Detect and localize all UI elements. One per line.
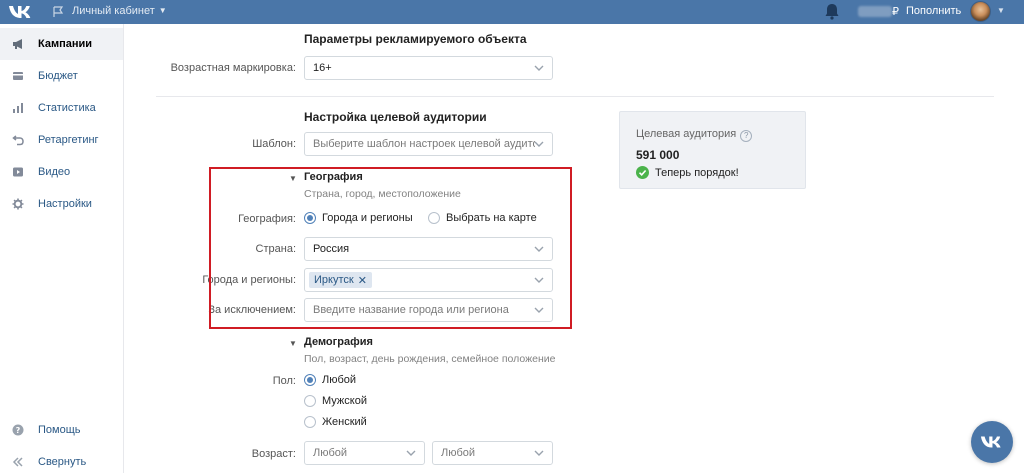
age-label: Возраст: <box>251 448 296 460</box>
chevron-down-icon <box>406 450 416 456</box>
age-marking-label: Возрастная маркировка: <box>170 62 296 74</box>
radio-dot[interactable] <box>304 416 316 428</box>
age-to-value: Любой <box>441 447 476 459</box>
radio-label: Женский <box>322 416 367 428</box>
ad-object-title: Параметры рекламируемого объекта <box>304 32 527 46</box>
chevron-down-icon <box>534 65 544 71</box>
demography-title[interactable]: Демография <box>304 336 373 348</box>
help-icon: ? <box>12 424 24 436</box>
bar-chart-icon <box>13 103 23 113</box>
sidebar-help-label: Помощь <box>38 424 81 436</box>
age-marking-value: 16+ <box>313 62 332 74</box>
svg-text:?: ? <box>16 426 21 435</box>
audience-setup-title: Настройка целевой аудитории <box>304 110 487 124</box>
radio-dot[interactable] <box>304 395 316 407</box>
radio-label: Мужской <box>322 395 367 407</box>
megaphone-icon <box>13 39 22 49</box>
sidebar-item-label: Ретаргетинг <box>38 134 99 146</box>
audience-status-text: Теперь порядок! <box>655 166 739 179</box>
chevron-down-icon: ▼ <box>158 6 167 15</box>
sidebar-item-label: Кампании <box>38 38 93 50</box>
avatar[interactable] <box>970 1 991 22</box>
sidebar-item-statistics[interactable]: Статистика <box>0 92 123 124</box>
gender-label: Пол: <box>272 375 296 387</box>
retarget-icon <box>12 135 24 146</box>
audience-card-title: Целевая аудитория <box>636 128 737 140</box>
highlight-frame <box>209 167 572 329</box>
sidebar-item-label: Бюджет <box>38 70 78 82</box>
audience-count: 591 000 <box>636 148 680 162</box>
age-to-select[interactable]: Любой <box>432 441 553 465</box>
gear-icon <box>12 198 24 210</box>
sidebar-item-label: Настройки <box>38 198 92 210</box>
template-placeholder: Выберите шаблон настроек целевой аудитор… <box>313 138 535 150</box>
check-circle-icon <box>636 166 649 179</box>
radio-label: Любой <box>322 374 357 386</box>
template-select[interactable]: Выберите шаблон настроек целевой аудитор… <box>304 132 553 156</box>
sidebar-item-collapse[interactable]: Свернуть <box>0 446 123 473</box>
wallet-icon <box>13 72 23 80</box>
vk-logo-icon <box>980 436 1001 448</box>
sidebar-collapse-label: Свернуть <box>38 456 87 468</box>
audience-status: Теперь порядок! <box>636 166 739 179</box>
vk-logo-icon[interactable] <box>8 4 34 20</box>
sidebar-item-label: Видео <box>38 166 71 178</box>
radio-dot-selected[interactable] <box>304 374 316 386</box>
sidebar-item-budget[interactable]: Бюджет <box>0 60 123 92</box>
chevron-down-icon <box>534 450 544 456</box>
radio-gender-female[interactable]: Женский <box>304 416 367 428</box>
sidebar-item-retargeting[interactable]: Ретаргетинг <box>0 124 123 156</box>
double-chevron-left-icon <box>12 457 23 467</box>
ads-flag-icon <box>53 6 64 17</box>
sidebar-item-campaigns[interactable]: Кампании <box>0 28 123 60</box>
vk-chat-button[interactable] <box>971 421 1013 463</box>
currency-symbol: ₽ <box>892 6 899 18</box>
cabinet-label: Личный кабинет <box>72 5 155 17</box>
age-marking-select[interactable]: 16+ <box>304 56 553 80</box>
sidebar: Кампании Бюджет Статистика Ретаргетинг В… <box>0 24 124 473</box>
top-bar: Личный кабинет ▼ ₽ Пополнить ▼ <box>0 0 1024 24</box>
bell-icon[interactable] <box>824 3 840 20</box>
radio-gender-male[interactable]: Мужской <box>304 395 367 407</box>
chevron-down-icon <box>534 141 544 147</box>
sidebar-item-help[interactable]: ? Помощь <box>0 414 123 446</box>
age-from-value: Любой <box>313 447 348 459</box>
radio-gender-any[interactable]: Любой <box>304 374 356 386</box>
demography-subtitle: Пол, возраст, день рождения, семейное по… <box>304 353 556 365</box>
section-divider <box>156 96 994 97</box>
cabinet-dropdown[interactable]: Личный кабинет ▼ <box>72 5 167 17</box>
sidebar-item-video[interactable]: Видео <box>0 156 123 188</box>
chevron-down-icon[interactable]: ▼ <box>997 6 1005 15</box>
target-audience-card: Целевая аудитория? 591 000 Теперь порядо… <box>619 111 806 189</box>
collapse-triangle-icon[interactable]: ▼ <box>289 339 297 348</box>
age-from-select[interactable]: Любой <box>304 441 425 465</box>
sidebar-item-settings[interactable]: Настройки <box>0 188 123 220</box>
video-icon <box>13 167 23 177</box>
help-icon[interactable]: ? <box>740 130 753 142</box>
balance-amount-blurred <box>858 6 892 17</box>
topup-link[interactable]: Пополнить <box>906 5 961 17</box>
template-label: Шаблон: <box>252 138 296 150</box>
sidebar-item-label: Статистика <box>38 102 96 114</box>
audience-card-header: Целевая аудитория? <box>636 128 753 142</box>
